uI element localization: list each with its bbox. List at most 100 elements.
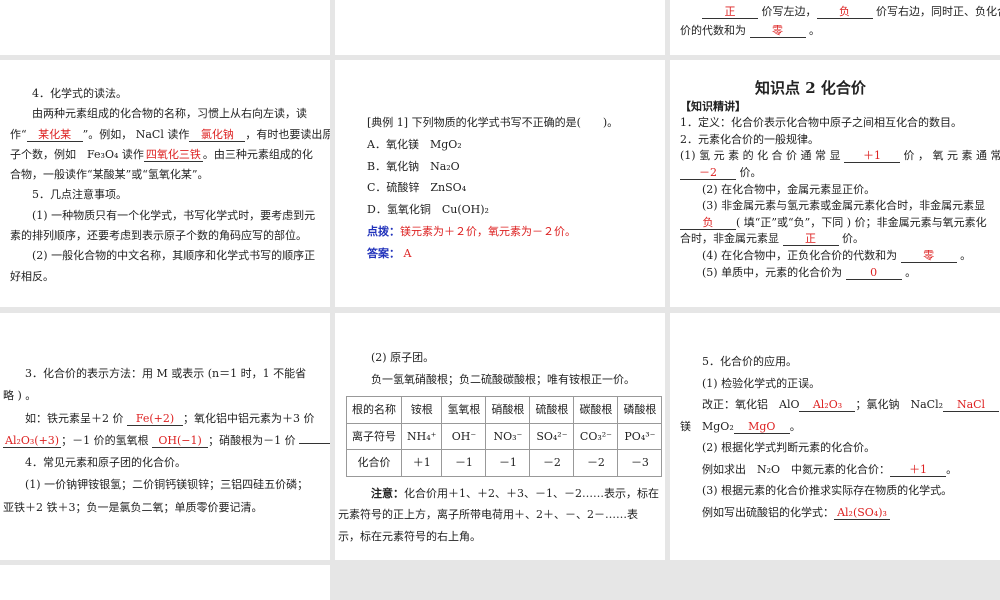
answer-blank: 某化某 [26, 128, 83, 142]
text-segment: 负一氢氧硝酸根；负二硫酸碳酸根；唯有铵根正一价。 [338, 372, 635, 386]
text-line: －2 价。 [680, 165, 1000, 182]
label: 答案： [367, 246, 400, 260]
text-line: 作“ 某化某 ”。例如， NaCl 读作 氯化钠 ，有时也要读出原 [10, 125, 330, 145]
text-segment: 示，标在元素符号的右上角。 [338, 529, 481, 543]
text-line: 略 ) 。 [3, 385, 330, 407]
text-line: 3．化合价的表示方法：用 M 或表示 (n＝1 时，1 不能省 [3, 363, 330, 385]
text-segment: 5．化合价的应用。 [680, 355, 797, 368]
text-segment: (1) 一价钠钾铵银氢；二价铜钙镁钡锌；三铝四硅五价磷； [3, 478, 309, 492]
answer-blank: Al₂(SO₄)₃ [834, 506, 890, 520]
text-segment: 价写右边，同时正、负化合 [872, 5, 1000, 18]
text-line: 子个数，例如 Fe₃O₄ 读作 四氧化三铁 。由三种元素组成的化 [10, 145, 330, 165]
answer-blank: NaCl [943, 398, 1000, 413]
answer-blank: 负 [680, 216, 736, 230]
text-segment: (2) 在化合物中，金属元素显正价。 [680, 182, 876, 196]
text-segment: (5) 单质中，元素的化合价为 [680, 265, 846, 279]
text-segment: A．氧化镁 MgO₂ [367, 137, 462, 151]
text-line: 【知识精讲】 [680, 99, 1000, 116]
text-line: (2) 一般化合物的中文名称，其顺序和化学式书写的顺序正 [10, 246, 330, 266]
text-line: 示，标在元素符号的右上角。 [338, 526, 665, 548]
text-line: 5．化合价的应用。 [680, 351, 1000, 373]
table-cell: －1 [485, 449, 531, 477]
answer-blank: OH(−1) [152, 434, 209, 448]
text-segment: 价的代数和为 [680, 24, 750, 37]
table-row: 离子符号 NH₄⁺ OH⁻ NO₃⁻ SO₄²⁻ CO₃²⁻ PO₄³⁻ [346, 422, 663, 450]
text-line: 正 价写左边，负 价写右边，同时正、负化合 [680, 2, 1000, 21]
text-segment: 素的排列顺序，还要考虑到表示原子个数的角码应写的部位。 [10, 229, 307, 243]
text-line: C．硫酸锌 ZnSO₄ [367, 177, 665, 199]
text-line: (1) 检验化学式的正误。 [680, 373, 1000, 395]
answer-blank: ＋1 [890, 463, 947, 477]
text-segment: ；硝酸根为－1 价 [208, 433, 300, 447]
text-line: 2．元素化合价的一般规律。 [680, 132, 1000, 149]
text-segment: 1．定义：化合价表示化合物中原子之间相互化合的数目。 [680, 116, 962, 130]
table-cell: 碳酸根 [573, 396, 619, 424]
table-cell: －1 [441, 449, 487, 477]
answer-blank: Al₂O₃ [799, 398, 856, 413]
text-line: (3) 非金属元素与氢元素或金属元素化合时，非金属元素显 [680, 198, 1000, 215]
text-line: (2) 在化合物中，金属元素显正价。 [680, 182, 1000, 199]
text-segment: 价。 [838, 232, 864, 246]
text-line: 合物，一般读作“某酸某”或“氢氧化某”。 [10, 165, 330, 185]
text-line: 注意：化合价用＋1、＋2、＋3、－1、－2……表示，标在 [338, 483, 665, 505]
ion-valence-table: 根的名称 铵根 氢氧根 硝酸根 硫酸根 碳酸根 磷酸根 离子符号 NH₄⁺ OH⁻ NO₃⁻ SO₄²… [346, 396, 663, 477]
text-line: 由两种元素组成的化合物的名称，习惯上从右向左读，读 [10, 104, 330, 124]
text-line: (2) 根据化学式判断元素的化合价。 [680, 437, 1000, 459]
text-line: (2) 原子团。 [338, 347, 665, 369]
text-segment: [典例 1] 下列物质的化学式书写不正确的是( )。 [367, 116, 619, 129]
text-line: (3) 根据元素的化合价推求实际存在物质的化学式。 [680, 480, 1000, 502]
text-line: 合时，非金属元素显 正 价。 [680, 231, 1000, 248]
text-segment: 【知识精讲】 [680, 99, 746, 113]
text-segment: 4．化学式的读法。 [10, 87, 127, 100]
slide-8: (2) 原子团。 负一氢氧硝酸根；负二硫酸碳酸根；唯有铵根正一价。根的名称 铵根氢… [335, 313, 665, 560]
answer-blank: 正 [702, 5, 758, 20]
answer-blank: 零 [900, 249, 957, 264]
text-segment: (3) 根据元素的化合价推求实际存在物质的化学式。 [680, 484, 953, 497]
text-line: 价的代数和为 零 。 [680, 21, 1000, 40]
text-segment: 。由三种元素组成的化 [202, 147, 313, 161]
text-segment: 改正：氧化铝 AlO [680, 398, 800, 411]
text-line: 例如写出硫酸铝的化学式： Al₂(SO₄)₃ [680, 502, 1000, 524]
table-cell: 硝酸根 [485, 396, 531, 424]
text-segment [680, 5, 702, 18]
text-segment: A [400, 246, 412, 260]
row-header: 离子符号 [346, 422, 402, 450]
text-segment: 例如求出 N₂O 中氮元素的化合价： [680, 462, 891, 476]
text-line: 负一氢氧硝酸根；负二硫酸碳酸根；唯有铵根正一价。 [338, 369, 665, 391]
text-segment: 。 [805, 24, 820, 37]
table-cell: NH₄⁺ [400, 422, 443, 450]
text-segment: (1) 检验化学式的正误。 [680, 376, 821, 390]
table-cell: ＋1 [400, 449, 443, 477]
text-line: B．氧化钠 Na₂O [367, 156, 665, 178]
text-line: 4．化学式的读法。 [10, 84, 330, 104]
text-line: (1) 一价钠钾铵银氢；二价铜钙镁钡锌；三铝四硅五价磷； [3, 474, 330, 496]
text-line: 例如求出 N₂O 中氮元素的化合价： ＋1。 [680, 459, 1000, 481]
text-line: 镁 MgO₂ MgO。 [680, 416, 1000, 438]
text-segment: 价 ， 氧 元 素 通 常 [900, 149, 1000, 163]
table-cell: －2 [529, 449, 575, 477]
answer-blank: Fe(+2) [127, 412, 183, 426]
text-segment: 合物，一般读作“某酸某”或“氢氧化某”。 [10, 168, 209, 182]
text-line: (5) 单质中，元素的化合价为 0 。 [680, 265, 1000, 282]
text-segment: 好相反。 [10, 269, 54, 283]
text-segment: 4．常见元素和原子团的化合价。 [3, 456, 186, 470]
slide-6: 知识点 2 化合价 【知识精讲】 1．定义：化合价表示化合物中原子之间相互化合的数目… [670, 60, 1000, 307]
text-segment: 略 ) 。 [3, 389, 37, 403]
text-line: 亚铁＋2 铁＋3；负一是氯负二氧；单质零价要记清。 [3, 497, 330, 519]
text-line: 元素符号的正上方，离子所带电荷用＋、2＋、－、2－……表 [338, 504, 665, 526]
text-segment: 。 [789, 419, 801, 433]
text-line: 4．常见元素和原子团的化合价。 [3, 452, 330, 474]
text-line: (1) 一种物质只有一个化学式，书写化学式时，要考虑到元 [10, 206, 330, 226]
text-segment: ，有时也要读出原 [245, 127, 330, 141]
answer-blank: 0 [845, 266, 902, 280]
text-segment: 2．元素化合价的一般规律。 [680, 132, 819, 146]
table-cell: CO₃²⁻ [573, 422, 619, 450]
slide-9: 5．化合价的应用。 (1) 检验化学式的正误。 改正：氧化铝 AlO Al₂O₃；… [670, 313, 1000, 560]
text-segment: 亚铁＋2 铁＋3；负一是氯负二氧；单质零价要记清。 [3, 500, 263, 514]
table-cell: 氢氧根 [441, 396, 487, 424]
text-segment: 由两种元素组成的化合物的名称，习惯上从右向左读，读 [10, 107, 307, 121]
text-segment: ；氧化铝中铝元素为＋3 价 [183, 411, 315, 425]
table-cell: SO₄²⁻ [529, 422, 575, 450]
text-segment: 。 [946, 462, 958, 476]
text-segment: 例如写出硫酸铝的化学式： [680, 505, 834, 519]
